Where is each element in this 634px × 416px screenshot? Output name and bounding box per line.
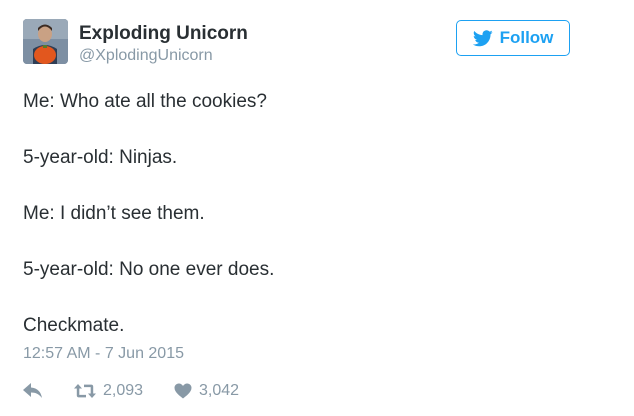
tweet-line-3: Me: I didn’t see them. xyxy=(23,203,205,224)
like-button[interactable]: 3,042 xyxy=(174,380,239,402)
tweet-line-2: 5-year-old: Ninjas. xyxy=(23,147,178,168)
tweet-card: Exploding Unicorn @XplodingUnicorn Follo… xyxy=(0,0,634,416)
reply-button[interactable] xyxy=(23,380,43,402)
tweet-line-5: Checkmate. xyxy=(23,315,125,336)
retweet-button[interactable]: 2,093 xyxy=(74,380,143,402)
author-name[interactable]: Exploding Unicorn xyxy=(79,23,248,45)
author-avatar[interactable] xyxy=(23,19,68,64)
reply-icon xyxy=(23,383,42,398)
tweet-timestamp[interactable]: 12:57 AM - 7 Jun 2015 xyxy=(23,345,184,363)
tweet-line-4: 5-year-old: No one ever does. xyxy=(23,259,275,280)
author-handle[interactable]: @XplodingUnicorn xyxy=(79,47,213,65)
profile-photo-icon xyxy=(23,19,68,64)
retweet-count: 2,093 xyxy=(103,382,144,399)
follow-button[interactable]: Follow xyxy=(456,20,570,56)
like-count: 3,042 xyxy=(199,382,240,399)
follow-button-label: Follow xyxy=(499,28,554,47)
retweet-icon xyxy=(74,384,96,398)
tweet-line-1: Me: Who ate all the cookies? xyxy=(23,91,267,112)
heart-icon xyxy=(174,383,192,399)
twitter-bird-icon xyxy=(472,29,493,46)
